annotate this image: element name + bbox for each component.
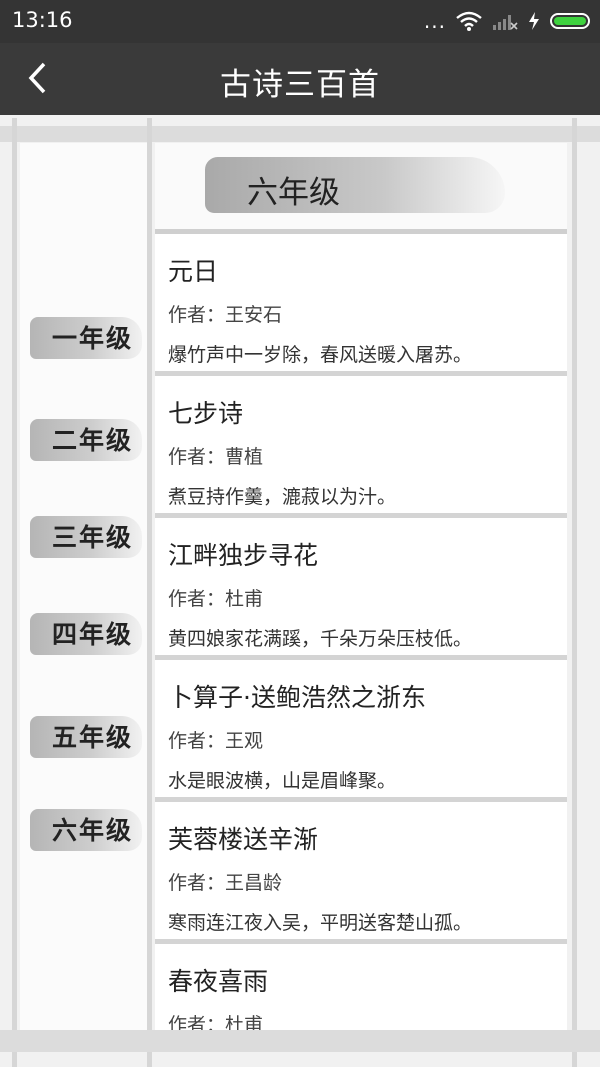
- poem-author: 作者：王昌龄: [168, 872, 283, 894]
- grade-item-3[interactable]: 三年级: [30, 508, 148, 566]
- current-grade-label: 六年级: [247, 175, 340, 211]
- grade-item-1[interactable]: 一年级: [30, 309, 148, 367]
- poem-list-item[interactable]: 芙蓉楼送辛渐 作者：王昌龄 寒雨连江夜入吴，平明送客楚山孤。: [155, 802, 567, 944]
- grade-item-4[interactable]: 四年级: [30, 605, 148, 663]
- poem-excerpt: 水是眼波横，山是眉峰聚。: [168, 770, 397, 792]
- battery-icon: [550, 13, 590, 29]
- poem-title: 元日: [168, 257, 219, 286]
- poem-list-item[interactable]: 卜算子·送鲍浩然之浙东 作者：王观 水是眼波横，山是眉峰聚。: [155, 660, 567, 802]
- poem-list-item[interactable]: 元日 作者：王安石 爆竹声中一岁除，春风送暖入屠苏。: [155, 234, 567, 376]
- poem-list-item[interactable]: 七步诗 作者：曹植 煮豆持作羹，漉菽以为汁。: [155, 376, 567, 518]
- poem-title: 春夜喜雨: [168, 967, 269, 996]
- grade-label: 六年级: [52, 816, 134, 845]
- frame-divider-line: [147, 118, 152, 1067]
- frame-bottom-border: [0, 1030, 600, 1052]
- poem-author: 作者：曹植: [168, 446, 264, 468]
- grade-item-5[interactable]: 五年级: [30, 708, 148, 766]
- poem-list[interactable]: 元日 作者：王安石 爆竹声中一岁除，春风送暖入屠苏。 七步诗 作者：曹植 煮豆持…: [155, 234, 567, 1030]
- grade-label: 三年级: [52, 523, 134, 552]
- charging-bolt-icon: [529, 12, 539, 30]
- page-title: 古诗三百首: [220, 67, 380, 103]
- poem-title: 七步诗: [168, 399, 244, 428]
- poem-excerpt: 爆竹声中一岁除，春风送暖入屠苏。: [168, 344, 473, 366]
- more-dots-icon: ...: [423, 9, 446, 33]
- wifi-icon: [456, 11, 482, 31]
- app-bar: 古诗三百首: [0, 43, 600, 115]
- poem-list-item[interactable]: 春夜喜雨 作者：杜甫: [155, 944, 567, 1030]
- grade-label: 五年级: [52, 723, 134, 752]
- grade-item-2[interactable]: 二年级: [30, 411, 148, 469]
- poem-author: 作者：杜甫: [168, 588, 264, 610]
- poem-author: 作者：王安石: [168, 304, 283, 326]
- frame-left-line: [12, 118, 17, 1067]
- poem-title: 芙蓉楼送辛渐: [168, 825, 319, 854]
- grade-label: 二年级: [52, 426, 134, 455]
- poem-author: 作者：王观: [168, 730, 264, 752]
- current-grade-header: 六年级: [155, 143, 567, 231]
- poem-list-item[interactable]: 江畔独步寻花 作者：杜甫 黄四娘家花满蹊，千朵万朵压枝低。: [155, 518, 567, 660]
- frame-top-border: [0, 126, 600, 142]
- poem-title: 江畔独步寻花: [168, 541, 319, 570]
- poem-excerpt: 煮豆持作羹，漉菽以为汁。: [168, 486, 397, 508]
- frame-right-line: [572, 118, 577, 1067]
- poem-excerpt: 黄四娘家花满蹊，千朵万朵压枝低。: [168, 628, 473, 650]
- grade-label: 一年级: [52, 324, 134, 353]
- grade-label: 四年级: [52, 620, 134, 649]
- poem-title: 卜算子·送鲍浩然之浙东: [168, 683, 426, 712]
- status-time: 13:16: [12, 8, 73, 32]
- poem-excerpt: 寒雨连江夜入吴，平明送客楚山孤。: [168, 912, 473, 934]
- poem-author: 作者：杜甫: [168, 1014, 264, 1030]
- signal-icon: [493, 15, 518, 30]
- grade-sidebar: [20, 143, 147, 1031]
- grade-item-6[interactable]: 六年级: [30, 801, 148, 859]
- status-bar: 13:16 ...: [0, 0, 600, 43]
- status-icons: ...: [424, 6, 590, 36]
